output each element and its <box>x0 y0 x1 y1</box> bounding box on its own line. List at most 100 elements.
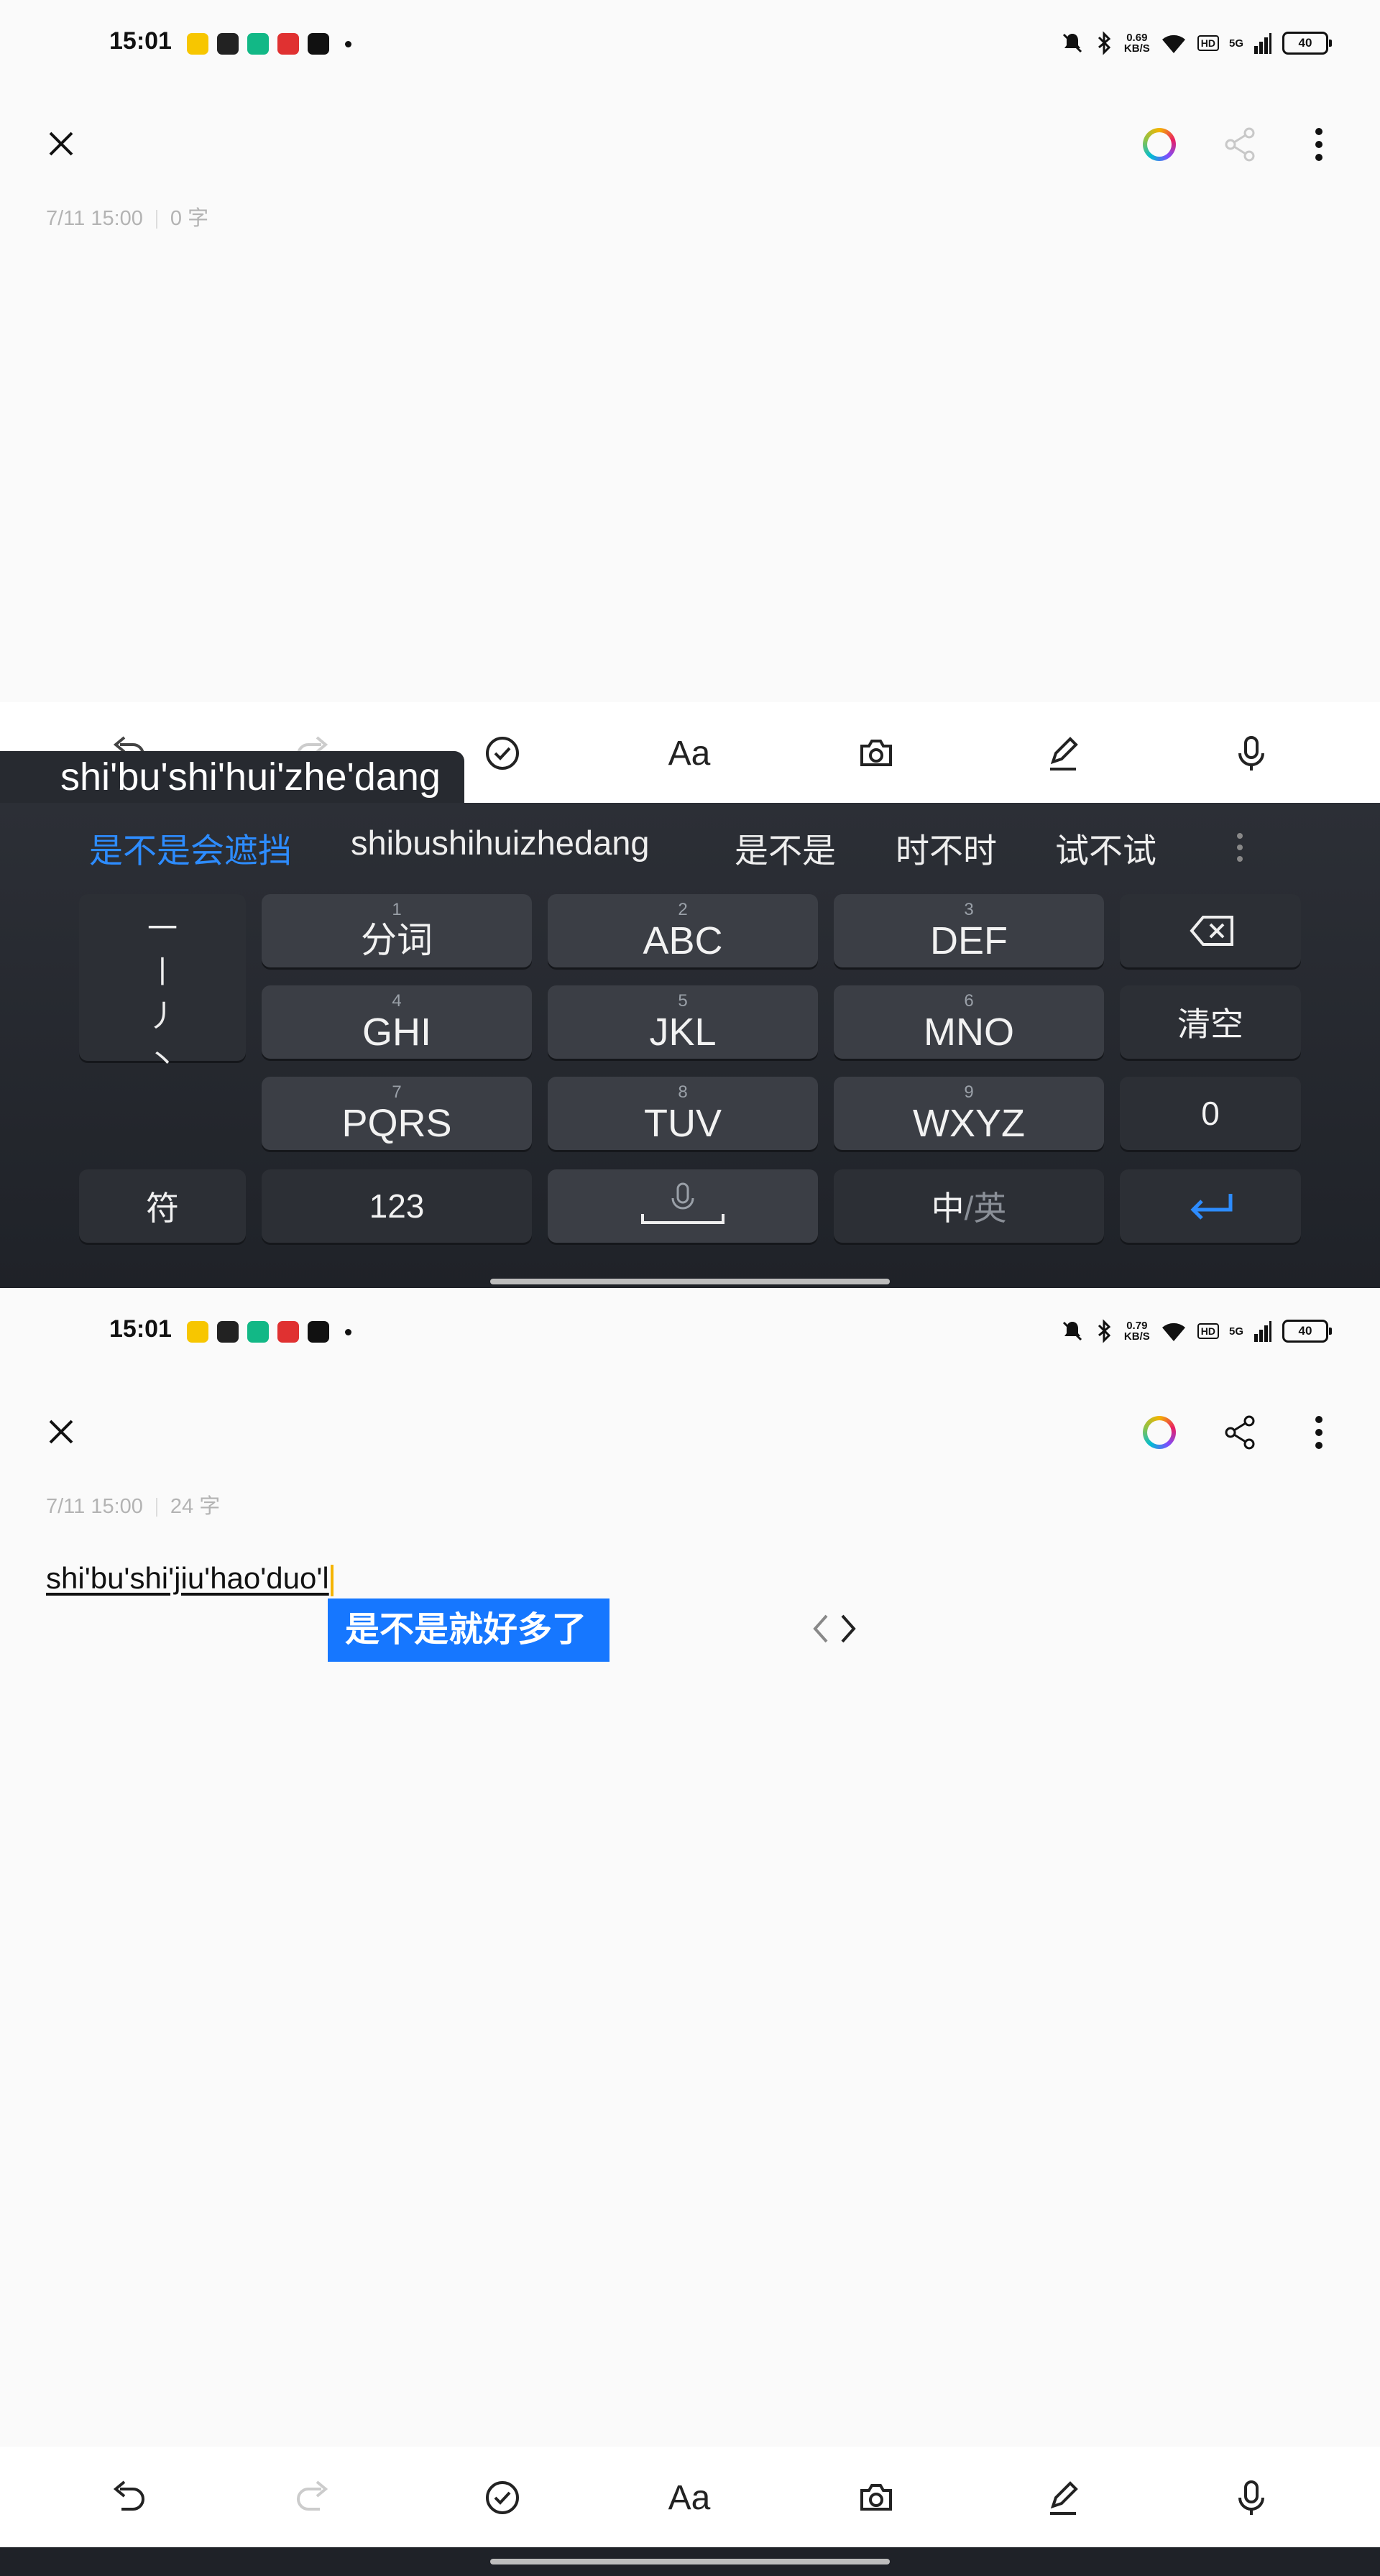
text-format-button[interactable]: Aa <box>664 728 714 778</box>
more-options-icon[interactable] <box>1305 126 1333 163</box>
enter-key[interactable] <box>1120 1169 1301 1243</box>
stroke-keys[interactable]: 一 丨 丿 丶 <box>79 894 246 1077</box>
numbers-key[interactable]: 123 <box>262 1169 532 1243</box>
zero-key[interactable]: 0 <box>1120 1077 1301 1150</box>
candidate-item[interactable]: shibushihuizhedang <box>351 823 650 862</box>
key-number: 7 <box>392 1082 402 1102</box>
status-bar: 15:01 0.69 KB/S HD 5G 40 <box>0 0 1380 86</box>
key-number: 2 <box>678 900 688 919</box>
app-notification-icon <box>187 1321 208 1343</box>
key-2-abc[interactable]: 2 ABC <box>548 894 818 967</box>
hd-badge: HD <box>1197 35 1219 51</box>
key-number: 8 <box>678 1082 688 1102</box>
close-icon[interactable] <box>43 1414 79 1450</box>
key-3-def[interactable]: 3 DEF <box>834 894 1104 967</box>
navigation-bar <box>0 2547 1380 2576</box>
key-5-jkl[interactable]: 5 JKL <box>548 985 818 1059</box>
share-icon[interactable] <box>1222 1414 1259 1451</box>
network-speed: 0.79 KB/S <box>1124 1320 1150 1342</box>
backspace-key[interactable] <box>1120 894 1301 967</box>
key-4-ghi[interactable]: 4 GHI <box>262 985 532 1059</box>
key-label: MNO <box>924 1011 1014 1054</box>
handwriting-button[interactable] <box>1038 728 1088 778</box>
more-notifications-dot <box>345 1328 351 1335</box>
pinyin-composition-popup: shi'bu'shi'hui'zhe'dang <box>0 751 464 803</box>
note-body-composing-text[interactable]: shi'bu'shi'jiu'hao'duo'l <box>46 1561 334 1596</box>
text-format-button[interactable]: Aa <box>664 2472 714 2523</box>
ai-assistant-icon[interactable] <box>1143 128 1176 161</box>
lang-zh: 中 <box>931 1190 965 1227</box>
note-meta: 7/11 15:00 0 字 <box>46 201 208 231</box>
stroke-key[interactable]: 一 <box>147 904 178 948</box>
share-icon[interactable] <box>1222 126 1259 163</box>
stroke-key[interactable]: 丶 <box>147 1036 178 1080</box>
meta-divider <box>155 210 157 229</box>
pen-icon <box>1050 2481 1078 2515</box>
language-switch-key[interactable]: 中/英 <box>834 1169 1104 1243</box>
camera-icon <box>860 2484 892 2511</box>
ai-assistant-icon[interactable] <box>1143 1416 1176 1449</box>
battery-icon: 40 <box>1282 32 1332 55</box>
redo-button[interactable] <box>289 2472 339 2523</box>
more-candidates-icon[interactable] <box>1233 827 1247 870</box>
space-mic-icon <box>641 1182 724 1224</box>
network-type: 5G <box>1228 37 1243 50</box>
checkbox-icon <box>486 2481 519 2514</box>
status-time: 15:01 <box>109 1315 172 1343</box>
key-8-tuv[interactable]: 8 TUV <box>548 1077 818 1150</box>
home-indicator[interactable] <box>490 1279 890 1284</box>
clear-key[interactable]: 清空 <box>1120 985 1301 1059</box>
bluetooth-icon <box>1098 1319 1111 1343</box>
redo-icon <box>297 2480 328 2511</box>
candidate-item[interactable]: 时不时 <box>896 823 997 873</box>
candidate-item[interactable]: 是不是 <box>735 823 836 873</box>
screen-top: 15:01 0.69KB/S HD 5G 40 7/11 15:000 字 <box>0 0 1380 1288</box>
key-7-pqrs[interactable]: 7 PQRS <box>262 1077 532 1150</box>
camera-icon <box>860 740 892 766</box>
close-icon[interactable] <box>43 126 79 162</box>
key-9-wxyz[interactable]: 9 WXYZ <box>834 1077 1104 1150</box>
candidate-bar: 是不是会遮挡 shibushihuizhedang 是不是 时不时 试不试 <box>0 803 1380 889</box>
stroke-key[interactable]: 丿 <box>147 992 178 1036</box>
key-label: GHI <box>362 1011 431 1054</box>
stroke-key[interactable]: 丨 <box>147 948 178 992</box>
key-label: DEF <box>930 919 1008 962</box>
key-1-segment[interactable]: 1 分词 <box>262 894 532 967</box>
key-6-mno[interactable]: 6 MNO <box>834 985 1104 1059</box>
speed-value: 0.69 <box>1126 32 1148 44</box>
checklist-button[interactable] <box>477 2472 528 2523</box>
mute-icon <box>1062 1321 1082 1341</box>
signal-icon <box>1254 33 1271 54</box>
language-label: 中/英 <box>834 1169 1104 1243</box>
camera-button[interactable] <box>851 2472 901 2523</box>
handwriting-button[interactable] <box>1038 2472 1088 2523</box>
voice-input-button[interactable] <box>1226 2472 1276 2523</box>
more-options-icon[interactable] <box>1305 1414 1333 1451</box>
pen-icon <box>1050 737 1078 770</box>
numbers-label: 123 <box>369 1187 425 1225</box>
candidate-nav-arrows-icon[interactable] <box>805 1609 870 1649</box>
home-indicator[interactable] <box>490 2559 890 2564</box>
font-format-icon: Aa <box>668 734 711 773</box>
voice-input-button[interactable] <box>1226 728 1276 778</box>
text-cursor <box>330 1564 334 1596</box>
mute-icon <box>1062 33 1082 53</box>
key-number: 5 <box>678 991 688 1011</box>
space-key[interactable] <box>548 1169 818 1243</box>
key-number: 4 <box>392 991 402 1011</box>
camera-button[interactable] <box>851 728 901 778</box>
candidate-item[interactable]: 是不是会遮挡 <box>89 823 292 873</box>
notification-icons <box>187 32 351 56</box>
inline-candidate[interactable]: 是不是就好多了 <box>328 1598 610 1662</box>
candidate-item[interactable]: 试不试 <box>1055 823 1156 873</box>
wifi-icon <box>1162 1322 1185 1341</box>
zero-label: 0 <box>1201 1095 1220 1132</box>
meta-divider <box>155 1498 157 1517</box>
tiktok-icon <box>308 33 329 55</box>
checklist-button[interactable] <box>477 728 528 778</box>
app-notification-icon <box>247 1321 269 1343</box>
key-label: ABC <box>643 919 723 962</box>
symbol-key[interactable]: 符 <box>79 1169 246 1243</box>
microphone-icon <box>1238 2480 1264 2515</box>
undo-button[interactable] <box>102 2472 152 2523</box>
